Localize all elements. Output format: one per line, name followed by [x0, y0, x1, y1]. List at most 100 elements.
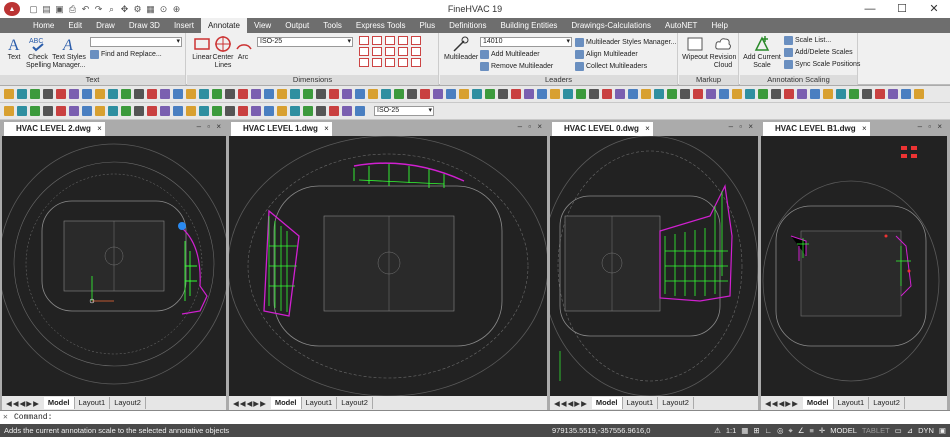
toolbar-tool-icon[interactable]	[745, 89, 755, 99]
toolbar-tool-icon[interactable]	[810, 89, 820, 99]
toolbar-tool-icon[interactable]	[108, 89, 118, 99]
toolbar-tool-icon[interactable]	[641, 89, 651, 99]
toolbar-tool-icon[interactable]	[407, 89, 417, 99]
toolbar-tool-icon[interactable]	[186, 106, 196, 116]
toolbar-tool-icon[interactable]	[290, 89, 300, 99]
toolbar-tool-icon[interactable]	[667, 89, 677, 99]
maximize-button[interactable]: ☐	[886, 0, 918, 18]
toolbar-tool-icon[interactable]	[433, 89, 443, 99]
toolbar-tool-icon[interactable]	[875, 89, 885, 99]
layout-tab-layout2[interactable]: Layout2	[869, 397, 905, 409]
toolbar-tool-icon[interactable]	[238, 106, 248, 116]
crosshair-icon[interactable]: ✛	[819, 424, 825, 437]
toolbar-tool-icon[interactable]	[316, 89, 326, 99]
add-multileader-button[interactable]: Add Multileader	[480, 50, 540, 59]
otrack-toggle-icon[interactable]: ∠	[798, 424, 805, 437]
dynamic-input-icon[interactable]: ⊿	[907, 424, 913, 437]
toolbar-tool-icon[interactable]	[303, 106, 313, 116]
wipeout-button[interactable]: Wipeout	[681, 35, 709, 62]
remove-multileader-button[interactable]: Remove Multileader	[480, 62, 553, 71]
toolbar-tool-icon[interactable]	[615, 89, 625, 99]
layout-tab-model[interactable]: Model	[43, 397, 75, 409]
toolbar-tool-icon[interactable]	[498, 89, 508, 99]
toolbar-tool-icon[interactable]	[628, 89, 638, 99]
print-icon[interactable]: ⎙	[67, 4, 78, 15]
layout-tab-layout2[interactable]: Layout2	[110, 397, 146, 409]
dim-tool-icon[interactable]	[359, 47, 369, 56]
dim-tool-icon[interactable]	[372, 36, 382, 45]
tab-draw-3d[interactable]: Draw 3D	[122, 18, 167, 33]
dim-tool-icon[interactable]	[411, 36, 421, 45]
add-delete-scales-button[interactable]: Add/Delete Scales	[784, 48, 853, 57]
toolbar-tool-icon[interactable]	[381, 89, 391, 99]
new-icon[interactable]: ▢	[28, 4, 39, 15]
window-controls[interactable]: – ▫ ×	[518, 122, 544, 131]
save-icon[interactable]: ▣	[54, 4, 65, 15]
tab-insert[interactable]: Insert	[167, 18, 201, 33]
annotation-scale[interactable]: 1:1	[726, 424, 736, 437]
close-button[interactable]: ✕	[918, 0, 950, 18]
window-controls[interactable]: – ▫ ×	[729, 122, 755, 131]
toolbar-tool-icon[interactable]	[186, 89, 196, 99]
polar-toggle-icon[interactable]: ◎	[777, 424, 784, 437]
dim-tool-icon[interactable]	[411, 47, 421, 56]
layout-tab-model[interactable]: Model	[270, 397, 302, 409]
dim-tool-icon[interactable]	[398, 36, 408, 45]
collect-multileaders-button[interactable]: Collect Multileaders	[575, 62, 647, 71]
text-styles-manager-button[interactable]: A Text Styles Manager...	[52, 35, 86, 70]
toolbar-tool-icon[interactable]	[134, 106, 144, 116]
redo-icon[interactable]: ↷	[93, 4, 104, 15]
toolbar-tool-icon[interactable]	[212, 89, 222, 99]
layout-tab-model[interactable]: Model	[591, 397, 623, 409]
toolbar-tool-icon[interactable]	[550, 89, 560, 99]
toolbar-tool-icon[interactable]	[836, 89, 846, 99]
toolbar-tool-icon[interactable]	[212, 106, 222, 116]
command-line[interactable]: ✕ Command:	[0, 410, 950, 424]
toolbar-tool-icon[interactable]	[446, 89, 456, 99]
check-spelling-button[interactable]: ABC Check Spelling	[26, 35, 51, 70]
toolbar-tool-icon[interactable]	[329, 89, 339, 99]
tab-autonet[interactable]: AutoNET	[658, 18, 704, 33]
toolbar-tool-icon[interactable]	[420, 89, 430, 99]
toolbar-tool-icon[interactable]	[56, 106, 66, 116]
toolbar-tool-icon[interactable]	[485, 89, 495, 99]
drawing-canvas[interactable]	[761, 136, 947, 396]
tab-view[interactable]: View	[247, 18, 278, 33]
toolbar-tool-icon[interactable]	[264, 89, 274, 99]
dim-tool-icon[interactable]	[372, 47, 382, 56]
toolbar-tool-icon[interactable]	[914, 89, 924, 99]
dim-tool-icon[interactable]	[398, 47, 408, 56]
toolbar-tool-icon[interactable]	[277, 89, 287, 99]
tab-help[interactable]: Help	[704, 18, 734, 33]
toolbar-tool-icon[interactable]	[576, 89, 586, 99]
toolbar-tool-icon[interactable]	[732, 89, 742, 99]
dimension-style-combo[interactable]: ISO-25	[257, 37, 353, 47]
app-logo[interactable]: ▲	[4, 2, 20, 16]
document-tab[interactable]: HVAC LEVEL B1.dwg ×	[763, 122, 870, 136]
multileader-style-combo[interactable]: 14010	[480, 37, 572, 47]
toolbar-tool-icon[interactable]	[4, 89, 14, 99]
toolbar-tool-icon[interactable]	[888, 89, 898, 99]
snap-icon[interactable]: ⊙	[158, 4, 169, 15]
dim-tool-icon[interactable]	[411, 58, 421, 67]
toolbar-tool-icon[interactable]	[134, 89, 144, 99]
toolbar-tool-icon[interactable]	[43, 106, 53, 116]
tab-output[interactable]: Output	[278, 18, 316, 33]
arc-dimension-button[interactable]: Arc	[235, 35, 252, 62]
toolbar-tool-icon[interactable]	[524, 89, 534, 99]
tab-tools[interactable]: Tools	[316, 18, 349, 33]
toolbar-tool-icon[interactable]	[43, 89, 53, 99]
close-tab-icon[interactable]: ×	[645, 122, 650, 136]
toolbar-tool-icon[interactable]	[355, 89, 365, 99]
text-style-combo[interactable]	[90, 37, 182, 47]
toolbar-tool-icon[interactable]	[147, 89, 157, 99]
toolbar-tool-icon[interactable]	[82, 89, 92, 99]
model-space-toggle[interactable]: MODEL	[830, 424, 857, 437]
tablet-toggle[interactable]: TABLET	[862, 424, 890, 437]
layout-tab-layout1[interactable]: Layout1	[623, 397, 659, 409]
toolbar-tool-icon[interactable]	[95, 106, 105, 116]
find-replace-button[interactable]: Find and Replace...	[90, 50, 162, 59]
tab-edit[interactable]: Edit	[61, 18, 89, 33]
drawing-canvas[interactable]	[550, 136, 758, 396]
tab-definitions[interactable]: Definitions	[442, 18, 493, 33]
